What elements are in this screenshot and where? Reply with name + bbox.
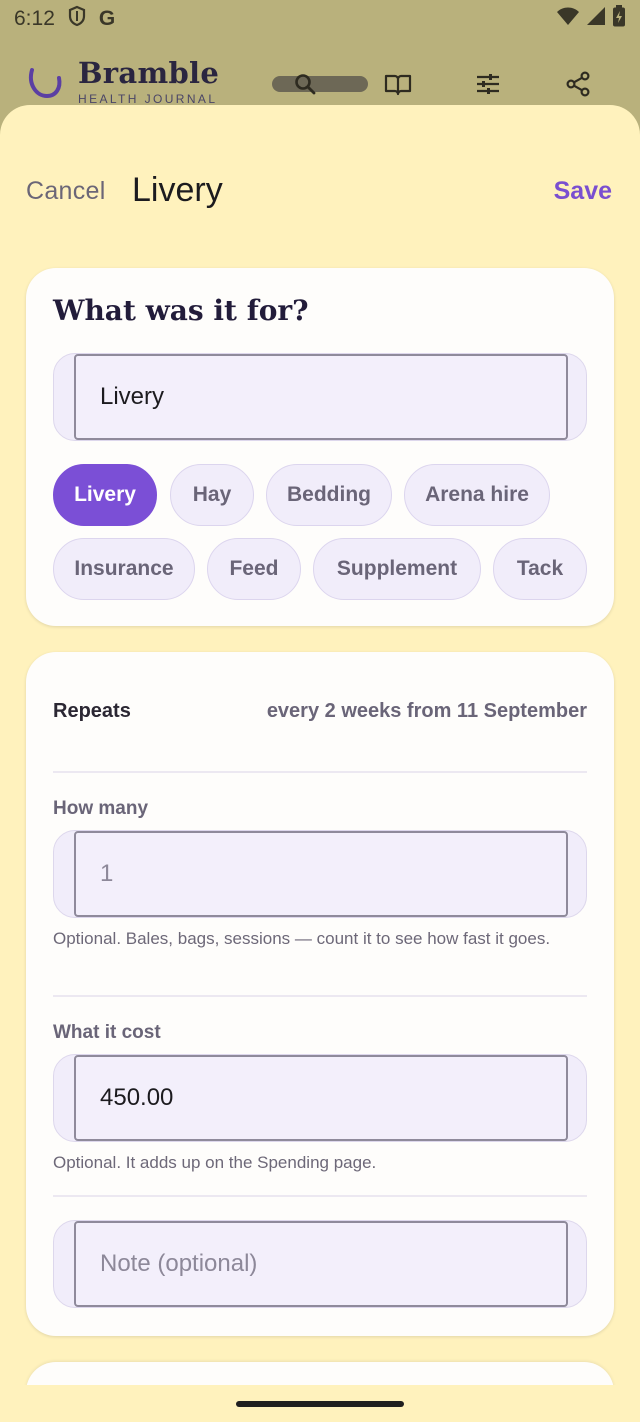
chip-insurance[interactable]: Insurance	[53, 538, 195, 600]
chip-arena-hire[interactable]: Arena hire	[404, 464, 550, 526]
brand-name: Bramble	[78, 56, 220, 90]
cost-helper: Optional. It adds up on the Spending pag…	[53, 1153, 377, 1172]
battery-icon	[612, 5, 626, 33]
repeats-value: every 2 weeks from 11 September	[266, 700, 587, 722]
purpose-input[interactable]: Livery	[74, 354, 568, 440]
bottom-sheet: Cancel Livery Save What was it for? Live…	[0, 105, 640, 1422]
chip-livery[interactable]: Livery	[53, 464, 157, 526]
purpose-card: What was it for? Livery Livery Hay Beddi…	[26, 268, 614, 626]
chip-tack[interactable]: Tack	[493, 538, 587, 600]
brand-logo-icon	[26, 64, 64, 102]
home-indicator[interactable]	[236, 1401, 404, 1407]
note-input[interactable]: Note (optional)	[74, 1221, 568, 1307]
chip-hay[interactable]: Hay	[170, 464, 254, 526]
tune-icon[interactable]	[474, 70, 502, 98]
quantity-field: 1	[53, 830, 587, 918]
navigation-bar	[0, 1385, 640, 1422]
divider	[53, 995, 587, 997]
cancel-button[interactable]: Cancel	[26, 177, 106, 206]
search-icon	[295, 74, 316, 95]
status-time: 6:12	[14, 7, 55, 30]
search-button[interactable]	[272, 74, 368, 95]
signal-icon	[586, 6, 606, 32]
purpose-heading: What was it for?	[53, 294, 309, 327]
repeats-row[interactable]: Repeats every 2 weeks from 11 September	[53, 700, 587, 730]
chip-feed[interactable]: Feed	[207, 538, 301, 600]
brand-subtitle: HEALTH JOURNAL	[78, 92, 218, 106]
share-icon[interactable]	[564, 70, 592, 98]
quantity-input[interactable]: 1	[74, 831, 568, 917]
cost-label: What it cost	[53, 1022, 161, 1043]
divider	[53, 771, 587, 773]
repeats-label: Repeats	[53, 700, 131, 722]
save-button[interactable]: Save	[554, 177, 612, 206]
note-field: Note (optional)	[53, 1220, 587, 1308]
details-card: Repeats every 2 weeks from 11 September …	[26, 652, 614, 1336]
quantity-label: How many	[53, 798, 149, 819]
sheet-header: Cancel Livery Save	[0, 105, 640, 275]
shield-icon	[67, 5, 87, 33]
google-icon: G	[98, 7, 116, 30]
cost-input[interactable]: 450.00	[74, 1055, 568, 1141]
cost-field: 450.00	[53, 1054, 587, 1142]
chip-bedding[interactable]: Bedding	[266, 464, 392, 526]
status-bar: 6:12 G	[0, 0, 640, 38]
book-icon[interactable]	[384, 70, 412, 98]
quantity-helper: Optional. Bales, bags, sessions — count …	[53, 929, 551, 948]
purpose-field: Livery	[53, 353, 587, 441]
sheet-title: Livery	[132, 171, 223, 209]
wifi-icon	[556, 6, 580, 32]
divider	[53, 1195, 587, 1197]
brand: Bramble HEALTH JOURNAL	[78, 56, 219, 106]
chip-supplement[interactable]: Supplement	[313, 538, 481, 600]
